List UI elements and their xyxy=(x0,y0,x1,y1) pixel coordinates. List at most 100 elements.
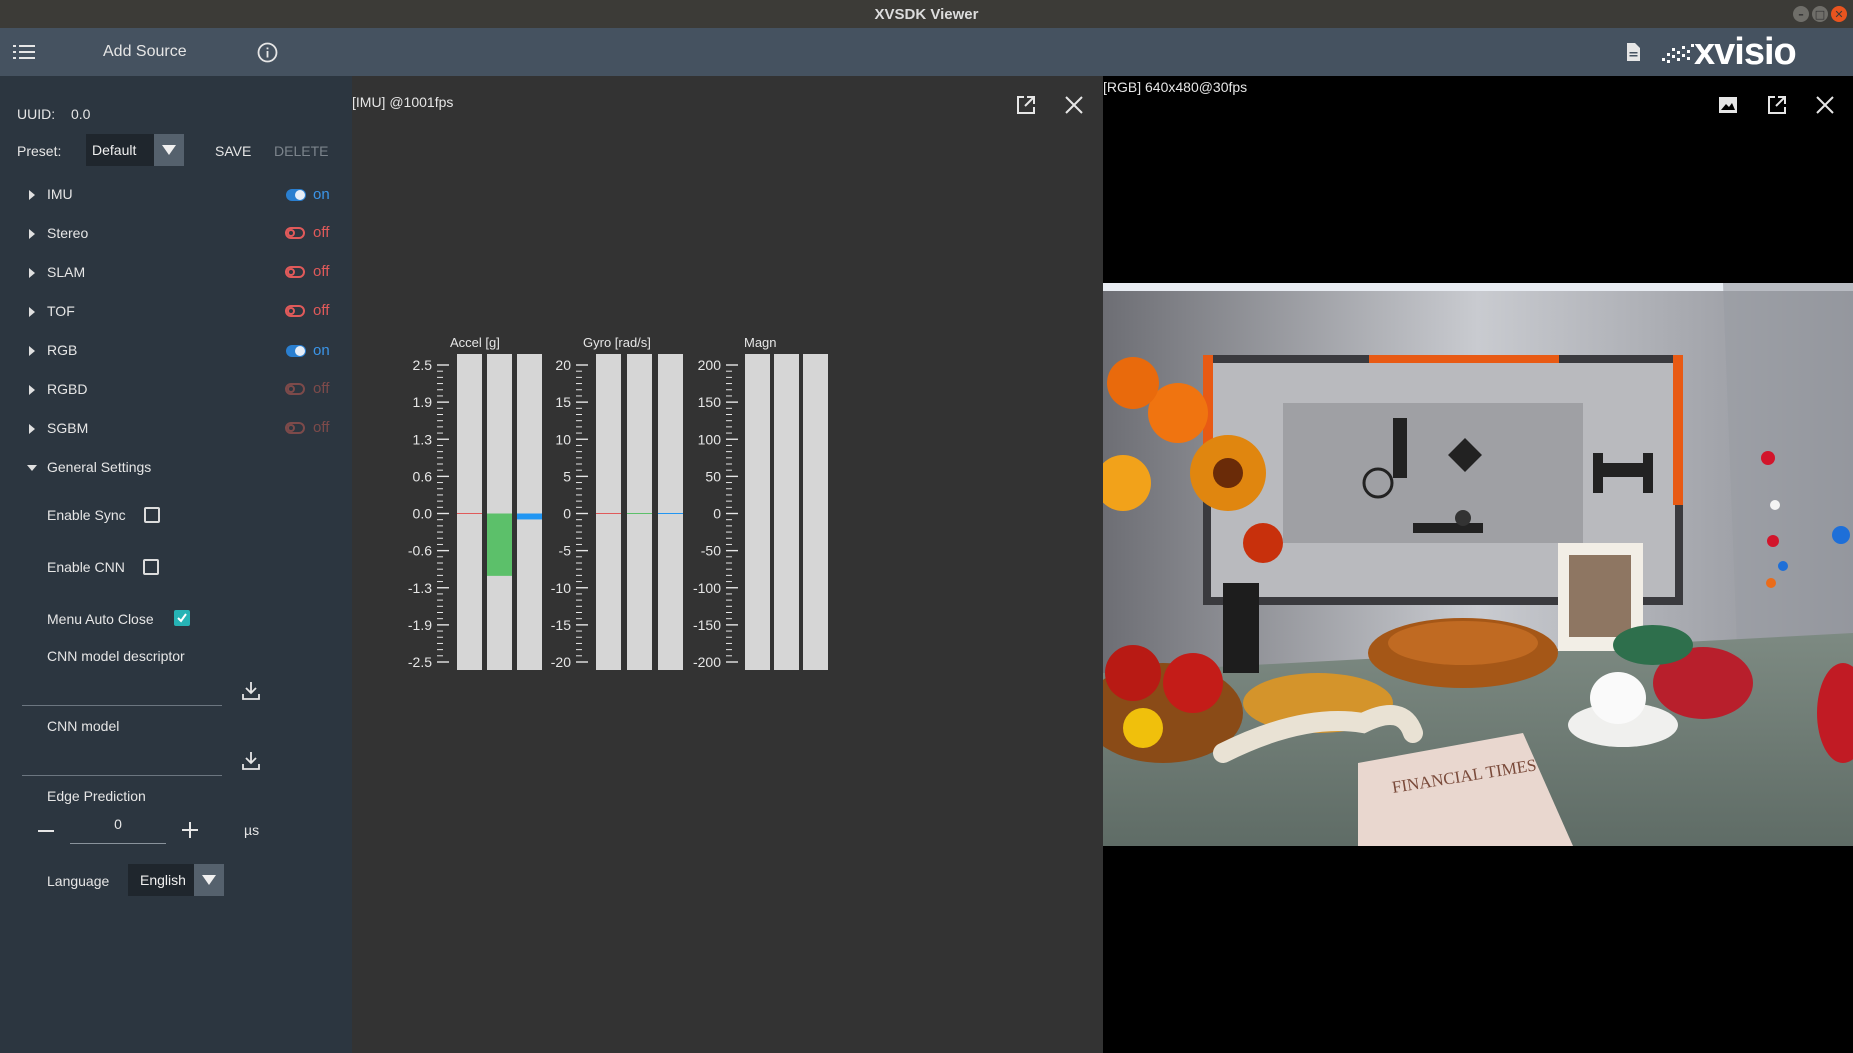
rgb-toggle[interactable] xyxy=(286,345,306,357)
accel-chart-title: Accel [g] xyxy=(450,335,500,350)
accel-bar-2 xyxy=(517,354,542,670)
xvisio-logo: xvisio xyxy=(1660,31,1850,73)
stream-state: off xyxy=(313,263,330,280)
edge-prediction-label: Edge Prediction xyxy=(47,788,146,804)
dropdown-arrow-icon[interactable] xyxy=(154,134,184,166)
document-icon[interactable] xyxy=(1625,42,1641,62)
cnn-model-descriptor-label: CNN model descriptor xyxy=(47,648,185,664)
rgbd-toggle[interactable] xyxy=(285,383,305,395)
general-settings-header[interactable]: General Settings xyxy=(0,455,352,483)
gyro-tick-label: 20 xyxy=(555,357,571,373)
language-dropdown[interactable]: English xyxy=(128,864,224,896)
image-icon[interactable] xyxy=(1718,95,1738,115)
menu-auto-close-label: Menu Auto Close xyxy=(47,611,154,627)
expand-caret-icon[interactable] xyxy=(29,307,35,317)
info-icon[interactable] xyxy=(257,42,278,63)
stream-row-stereo[interactable]: Stereo off xyxy=(0,221,352,249)
minimize-icon[interactable]: – xyxy=(1793,6,1809,22)
stream-state: on xyxy=(313,186,330,203)
stream-name: SGBM xyxy=(47,420,89,436)
cnn-model-descriptor-field[interactable] xyxy=(22,705,222,706)
preset-dropdown[interactable]: Default xyxy=(86,134,184,166)
magn-tick-label: -100 xyxy=(693,580,721,596)
accel-tick-label: -0.6 xyxy=(408,543,432,559)
stream-row-slam[interactable]: SLAM off xyxy=(0,260,352,288)
magn-bar-1 xyxy=(774,354,799,670)
stream-name: IMU xyxy=(47,186,73,202)
expand-caret-icon[interactable] xyxy=(29,229,35,239)
expand-caret-icon[interactable] xyxy=(29,346,35,356)
gyro-chart-title: Gyro [rad/s] xyxy=(583,335,651,350)
plus-icon[interactable] xyxy=(182,822,198,838)
maximize-icon[interactable]: □ xyxy=(1812,6,1828,22)
cnn-model-label: CNN model xyxy=(47,718,120,734)
close-window-icon[interactable]: ✕ xyxy=(1831,6,1847,22)
enable-cnn-checkbox[interactable] xyxy=(143,559,159,575)
download-icon[interactable] xyxy=(242,681,260,701)
edge-prediction-input[interactable]: 0 xyxy=(70,812,166,844)
stream-row-rgb[interactable]: RGB on xyxy=(0,338,352,366)
expand-caret-icon[interactable] xyxy=(29,385,35,395)
enable-sync-checkbox[interactable] xyxy=(144,507,160,523)
slam-toggle[interactable] xyxy=(285,266,305,278)
stream-name: Stereo xyxy=(47,225,89,241)
cnn-model-field[interactable] xyxy=(22,775,222,776)
add-source-button[interactable]: Add Source xyxy=(103,43,187,61)
magn-tick-label: 200 xyxy=(698,357,722,373)
accel-tick-label: -1.3 xyxy=(408,580,432,596)
checkmark-icon xyxy=(177,613,187,623)
gyro-tick-label: 15 xyxy=(555,394,571,410)
accel-value-mark-0 xyxy=(457,513,482,514)
close-icon[interactable] xyxy=(1816,96,1834,114)
stream-row-sgbm[interactable]: SGBM off xyxy=(0,416,352,444)
accel-bar-0 xyxy=(457,354,482,670)
dropdown-arrow-icon[interactable] xyxy=(194,864,224,896)
stereo-toggle[interactable] xyxy=(285,227,305,239)
gyro-tick-label: -5 xyxy=(559,543,572,559)
accel-bar-1 xyxy=(487,354,512,670)
stream-row-imu[interactable]: IMU on xyxy=(0,182,352,210)
preset-label: Preset: xyxy=(17,143,62,159)
magn-tick-label: 50 xyxy=(705,468,721,484)
gyro-tick-label: 10 xyxy=(555,431,571,447)
gyro-tick-label: -15 xyxy=(551,617,571,633)
collapse-caret-icon[interactable] xyxy=(27,465,37,471)
rgb-panel: [RGB] 640x480@30fps FINANCIAL TIMES xyxy=(1103,76,1853,1053)
expand-caret-icon[interactable] xyxy=(29,424,35,434)
toolbar: Add Source xvisio xyxy=(0,28,1853,76)
download-icon[interactable] xyxy=(242,751,260,771)
menu-list-icon[interactable] xyxy=(13,44,35,60)
gyro-value-mark-2 xyxy=(658,513,683,514)
stream-name: RGBD xyxy=(47,381,88,397)
magn-tick-label: 0 xyxy=(713,506,721,522)
uuid-label: UUID: xyxy=(17,106,56,122)
stream-state: off xyxy=(313,224,330,241)
rgb-camera-frame: FINANCIAL TIMES xyxy=(1103,283,1853,846)
logo-dots-icon xyxy=(1662,44,1694,63)
gyro-bar-0 xyxy=(596,354,621,670)
expand-caret-icon[interactable] xyxy=(29,268,35,278)
gyro-tick-label: -20 xyxy=(551,654,571,670)
magn-chart-title: Magn xyxy=(744,335,777,350)
stream-row-tof[interactable]: TOF off xyxy=(0,299,352,327)
accel-tick-label: 0.6 xyxy=(413,468,433,484)
stream-row-rgbd[interactable]: RGBD off xyxy=(0,377,352,405)
expand-caret-icon[interactable] xyxy=(29,190,35,200)
gyro-tick-label: 5 xyxy=(563,468,571,484)
general-settings-label: General Settings xyxy=(47,459,152,475)
delete-button[interactable]: DELETE xyxy=(274,143,328,159)
sgbm-toggle[interactable] xyxy=(285,422,305,434)
menu-auto-close-checkbox[interactable] xyxy=(174,610,190,626)
accel-tick-label: 1.9 xyxy=(413,394,433,410)
gyro-value-mark-1 xyxy=(627,513,652,514)
magn-tick-label: 150 xyxy=(698,394,722,410)
save-button[interactable]: SAVE xyxy=(215,143,251,159)
stream-state: off xyxy=(313,380,330,397)
imu-toggle[interactable] xyxy=(286,189,306,201)
stream-name: RGB xyxy=(47,342,78,358)
tof-toggle[interactable] xyxy=(285,305,305,317)
minus-icon[interactable] xyxy=(38,830,54,832)
stream-state: off xyxy=(313,302,330,319)
popout-icon[interactable] xyxy=(1767,95,1787,115)
accel-value-mark-2 xyxy=(517,513,542,520)
